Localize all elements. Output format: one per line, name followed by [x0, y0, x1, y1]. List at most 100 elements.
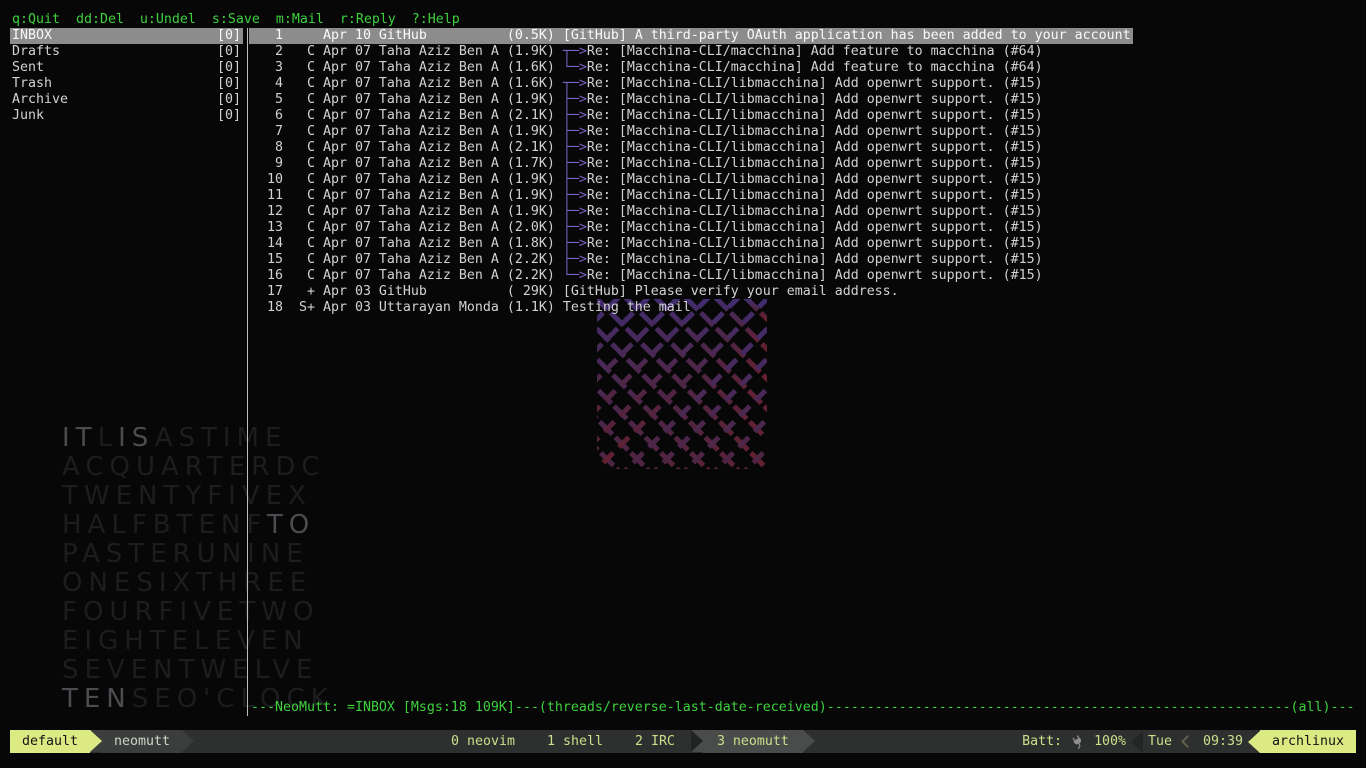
mailbox-count: [0] — [217, 92, 241, 108]
tmux-window-neovim[interactable]: 0 neovim — [435, 730, 531, 753]
mail-subject: Re: [Macchina-CLI/macchina] Add feature … — [587, 60, 1043, 75]
mail-row-meta: 12 C Apr 07 Taha Aziz Ben A (1.9K) — [251, 204, 563, 219]
sidebar-item-inbox[interactable]: INBOX [0] — [10, 28, 243, 44]
mail-row-18[interactable]: 18 S+ Apr 03 Uttarayan Monda (1.1K) Test… — [249, 300, 1133, 316]
tmux-window-IRC[interactable]: 2 IRC — [619, 730, 691, 753]
mail-subject: Re: [Macchina-CLI/libmacchina] Add openw… — [587, 124, 1043, 139]
mail-subject: Re: [Macchina-CLI/libmacchina] Add openw… — [587, 252, 1043, 267]
mail-subject: Re: [Macchina-CLI/libmacchina] Add openw… — [587, 236, 1043, 251]
mail-row-line: 9 C Apr 07 Taha Aziz Ben A (1.7K) ├─>Re:… — [249, 156, 1045, 172]
mail-row-2[interactable]: 2 C Apr 07 Taha Aziz Ben A (1.9K) ┬─>Re:… — [249, 44, 1133, 60]
battery-percent: 100% — [1089, 730, 1131, 753]
mail-row-7[interactable]: 7 C Apr 07 Taha Aziz Ben A (1.9K) ├─>Re:… — [249, 124, 1133, 140]
wordclock-dim-letters: ONESIXTHREE — [62, 568, 312, 598]
thread-tree-icon: ├─> — [563, 252, 587, 267]
wordclock-dim-letters: ACQUARTERDC — [62, 452, 326, 482]
mailbox-name: Sent — [12, 60, 44, 75]
sidebar-item-trash[interactable]: Trash[0] — [10, 76, 243, 92]
mailbox-name: Junk — [12, 108, 44, 123]
mail-row-8[interactable]: 8 C Apr 07 Taha Aziz Ben A (2.1K) ├─>Re:… — [249, 140, 1133, 156]
mail-row-12[interactable]: 12 C Apr 07 Taha Aziz Ben A (1.9K) ├─>Re… — [249, 204, 1133, 220]
mail-subject: Testing the mail — [563, 300, 691, 315]
thread-tree-icon: └─> — [563, 60, 587, 75]
mail-row-16[interactable]: 16 C Apr 07 Taha Aziz Ben A (2.2K) └─>Re… — [249, 268, 1133, 284]
mail-row-9[interactable]: 9 C Apr 07 Taha Aziz Ben A (1.7K) ├─>Re:… — [249, 156, 1133, 172]
mail-row-meta: 17 + Apr 03 GitHub ( 29K) — [251, 284, 563, 299]
mail-row-15[interactable]: 15 C Apr 07 Taha Aziz Ben A (2.2K) ├─>Re… — [249, 252, 1133, 268]
mail-row-line: 8 C Apr 07 Taha Aziz Ben A (2.1K) ├─>Re:… — [249, 140, 1045, 156]
mail-row-meta: 7 C Apr 07 Taha Aziz Ben A (1.9K) — [251, 124, 563, 139]
mail-subject: Re: [Macchina-CLI/libmacchina] Add openw… — [587, 188, 1043, 203]
mail-row-meta: 16 C Apr 07 Taha Aziz Ben A (2.2K) — [251, 268, 563, 283]
mail-row-line: 13 C Apr 07 Taha Aziz Ben A (2.0K) ├─>Re… — [249, 220, 1045, 236]
tmux-window-shell[interactable]: 1 shell — [531, 730, 619, 753]
tmux-pane-title: neomutt — [102, 730, 182, 753]
mailbox-count: [0] — [217, 44, 241, 60]
wordclock-row: TWENTYFIVEX — [62, 488, 312, 504]
hostname-badge: archlinux — [1260, 730, 1356, 753]
tmux-window-label: 3 neomutt — [703, 730, 803, 753]
wordclock-lit-word: TO — [267, 510, 315, 540]
battery-label: Batt: — [1017, 730, 1067, 753]
status-line: ---NeoMutt: =INBOX [Msgs:18 109K]---(thr… — [251, 700, 1354, 716]
mail-row-4[interactable]: 4 C Apr 07 Taha Aziz Ben A (1.6K) ┬─>Re:… — [249, 76, 1133, 92]
thread-tree-icon: ├─> — [563, 108, 587, 123]
wordclock-row: ONESIXTHREE — [62, 575, 312, 591]
thread-tree-icon: ├─> — [563, 92, 587, 107]
mail-row-line: 3 C Apr 07 Taha Aziz Ben A (1.6K) └─>Re:… — [249, 60, 1045, 76]
mail-row-line: 6 C Apr 07 Taha Aziz Ben A (2.1K) ├─>Re:… — [249, 108, 1045, 124]
wordclock-lit-word: TEN — [62, 684, 132, 714]
thread-tree-icon: ├─> — [563, 236, 587, 251]
mail-row-line: 14 C Apr 07 Taha Aziz Ben A (1.8K) ├─>Re… — [249, 236, 1045, 252]
mail-subject: Re: [Macchina-CLI/libmacchina] Add openw… — [587, 108, 1043, 123]
mail-row-11[interactable]: 11 C Apr 07 Taha Aziz Ben A (1.9K) ├─>Re… — [249, 188, 1133, 204]
mail-row-1[interactable]: 1 Apr 10 GitHub (0.5K) [GitHub] A third-… — [249, 28, 1133, 44]
mail-subject: Re: [Macchina-CLI/libmacchina] Add openw… — [587, 220, 1043, 235]
mail-row-meta: 1 Apr 10 GitHub (0.5K) — [251, 28, 563, 43]
menu-bar: q:Quit dd:Del u:Undel s:Save m:Mail r:Re… — [12, 12, 460, 28]
mail-row-5[interactable]: 5 C Apr 07 Taha Aziz Ben A (1.9K) ├─>Re:… — [249, 92, 1133, 108]
wordclock-row: FOURFIVETWO — [62, 604, 319, 620]
mailbox-name: INBOX — [12, 28, 52, 43]
mail-row-3[interactable]: 3 C Apr 07 Taha Aziz Ben A (1.6K) └─>Re:… — [249, 60, 1133, 76]
mail-row-6[interactable]: 6 C Apr 07 Taha Aziz Ben A (2.1K) ├─>Re:… — [249, 108, 1133, 124]
mail-row-line: 18 S+ Apr 03 Uttarayan Monda (1.1K) Test… — [249, 300, 693, 316]
mail-row-meta: 14 C Apr 07 Taha Aziz Ben A (1.8K) — [251, 236, 563, 251]
powerline-arrow-icon — [90, 730, 102, 752]
sidebar-item-sent[interactable]: Sent [0] — [10, 60, 243, 76]
sidebar-item-junk[interactable]: Junk[0] — [10, 108, 243, 124]
powerline-arrow-icon — [182, 730, 194, 752]
sidebar-divider — [247, 28, 248, 716]
mail-row-meta: 13 C Apr 07 Taha Aziz Ben A (2.0K) — [251, 220, 563, 235]
mail-subject: Re: [Macchina-CLI/libmacchina] Add openw… — [587, 268, 1043, 283]
thread-tree-icon: ├─> — [563, 172, 587, 187]
thread-tree-icon: ├─> — [563, 188, 587, 203]
thread-tree-icon: ├─> — [563, 156, 587, 171]
mail-row-14[interactable]: 14 C Apr 07 Taha Aziz Ben A (1.8K) ├─>Re… — [249, 236, 1133, 252]
tmux-right-status: Batt: 100% Tue 09:39 archlinux — [1017, 730, 1356, 753]
sidebar-item-drafts[interactable]: Drafts[0] — [10, 44, 243, 60]
mail-row-meta: 9 C Apr 07 Taha Aziz Ben A (1.7K) — [251, 156, 563, 171]
sidebar-item-archive[interactable]: Archive[0] — [10, 92, 243, 108]
terminal-screen: ITLISASTIMEACQUARTERDCTWENTYFIVEXHALFBTE… — [0, 0, 1366, 768]
mailbox-count: [0] — [217, 28, 241, 44]
mailbox-count: [0] — [217, 60, 241, 76]
thread-tree-icon: ┬─> — [563, 76, 587, 91]
mail-subject: Re: [Macchina-CLI/libmacchina] Add openw… — [587, 156, 1043, 171]
mail-subject: Re: [Macchina-CLI/libmacchina] Add openw… — [587, 76, 1043, 91]
powerline-arrow-icon — [691, 730, 703, 752]
thread-tree-icon: └─> — [563, 268, 587, 283]
mail-row-13[interactable]: 13 C Apr 07 Taha Aziz Ben A (2.0K) ├─>Re… — [249, 220, 1133, 236]
tmux-window-neomutt[interactable]: 3 neomutt — [691, 730, 815, 753]
wordclock-lit-word: IT — [62, 423, 98, 453]
mail-row-17[interactable]: 17 + Apr 03 GitHub ( 29K) [GitHub] Pleas… — [249, 284, 1133, 300]
thread-tree-icon: ├─> — [563, 220, 587, 235]
sidebar: INBOX[0]Drafts[0]Sent[0]Trash[0]Archive[… — [10, 28, 243, 124]
thread-tree-icon: ├─> — [563, 140, 587, 155]
tmux-session-name[interactable]: default — [10, 730, 90, 753]
mail-row-line: 1 Apr 10 GitHub (0.5K) [GitHub] A third-… — [249, 28, 1133, 44]
wordclock-dim-letters: SEVENTWELVE — [62, 655, 318, 685]
mail-row-meta: 4 C Apr 07 Taha Aziz Ben A (1.6K) — [251, 76, 563, 91]
mail-row-10[interactable]: 10 C Apr 07 Taha Aziz Ben A (1.9K) ├─>Re… — [249, 172, 1133, 188]
wordclock-dim-letters: ASTIME — [155, 423, 288, 453]
